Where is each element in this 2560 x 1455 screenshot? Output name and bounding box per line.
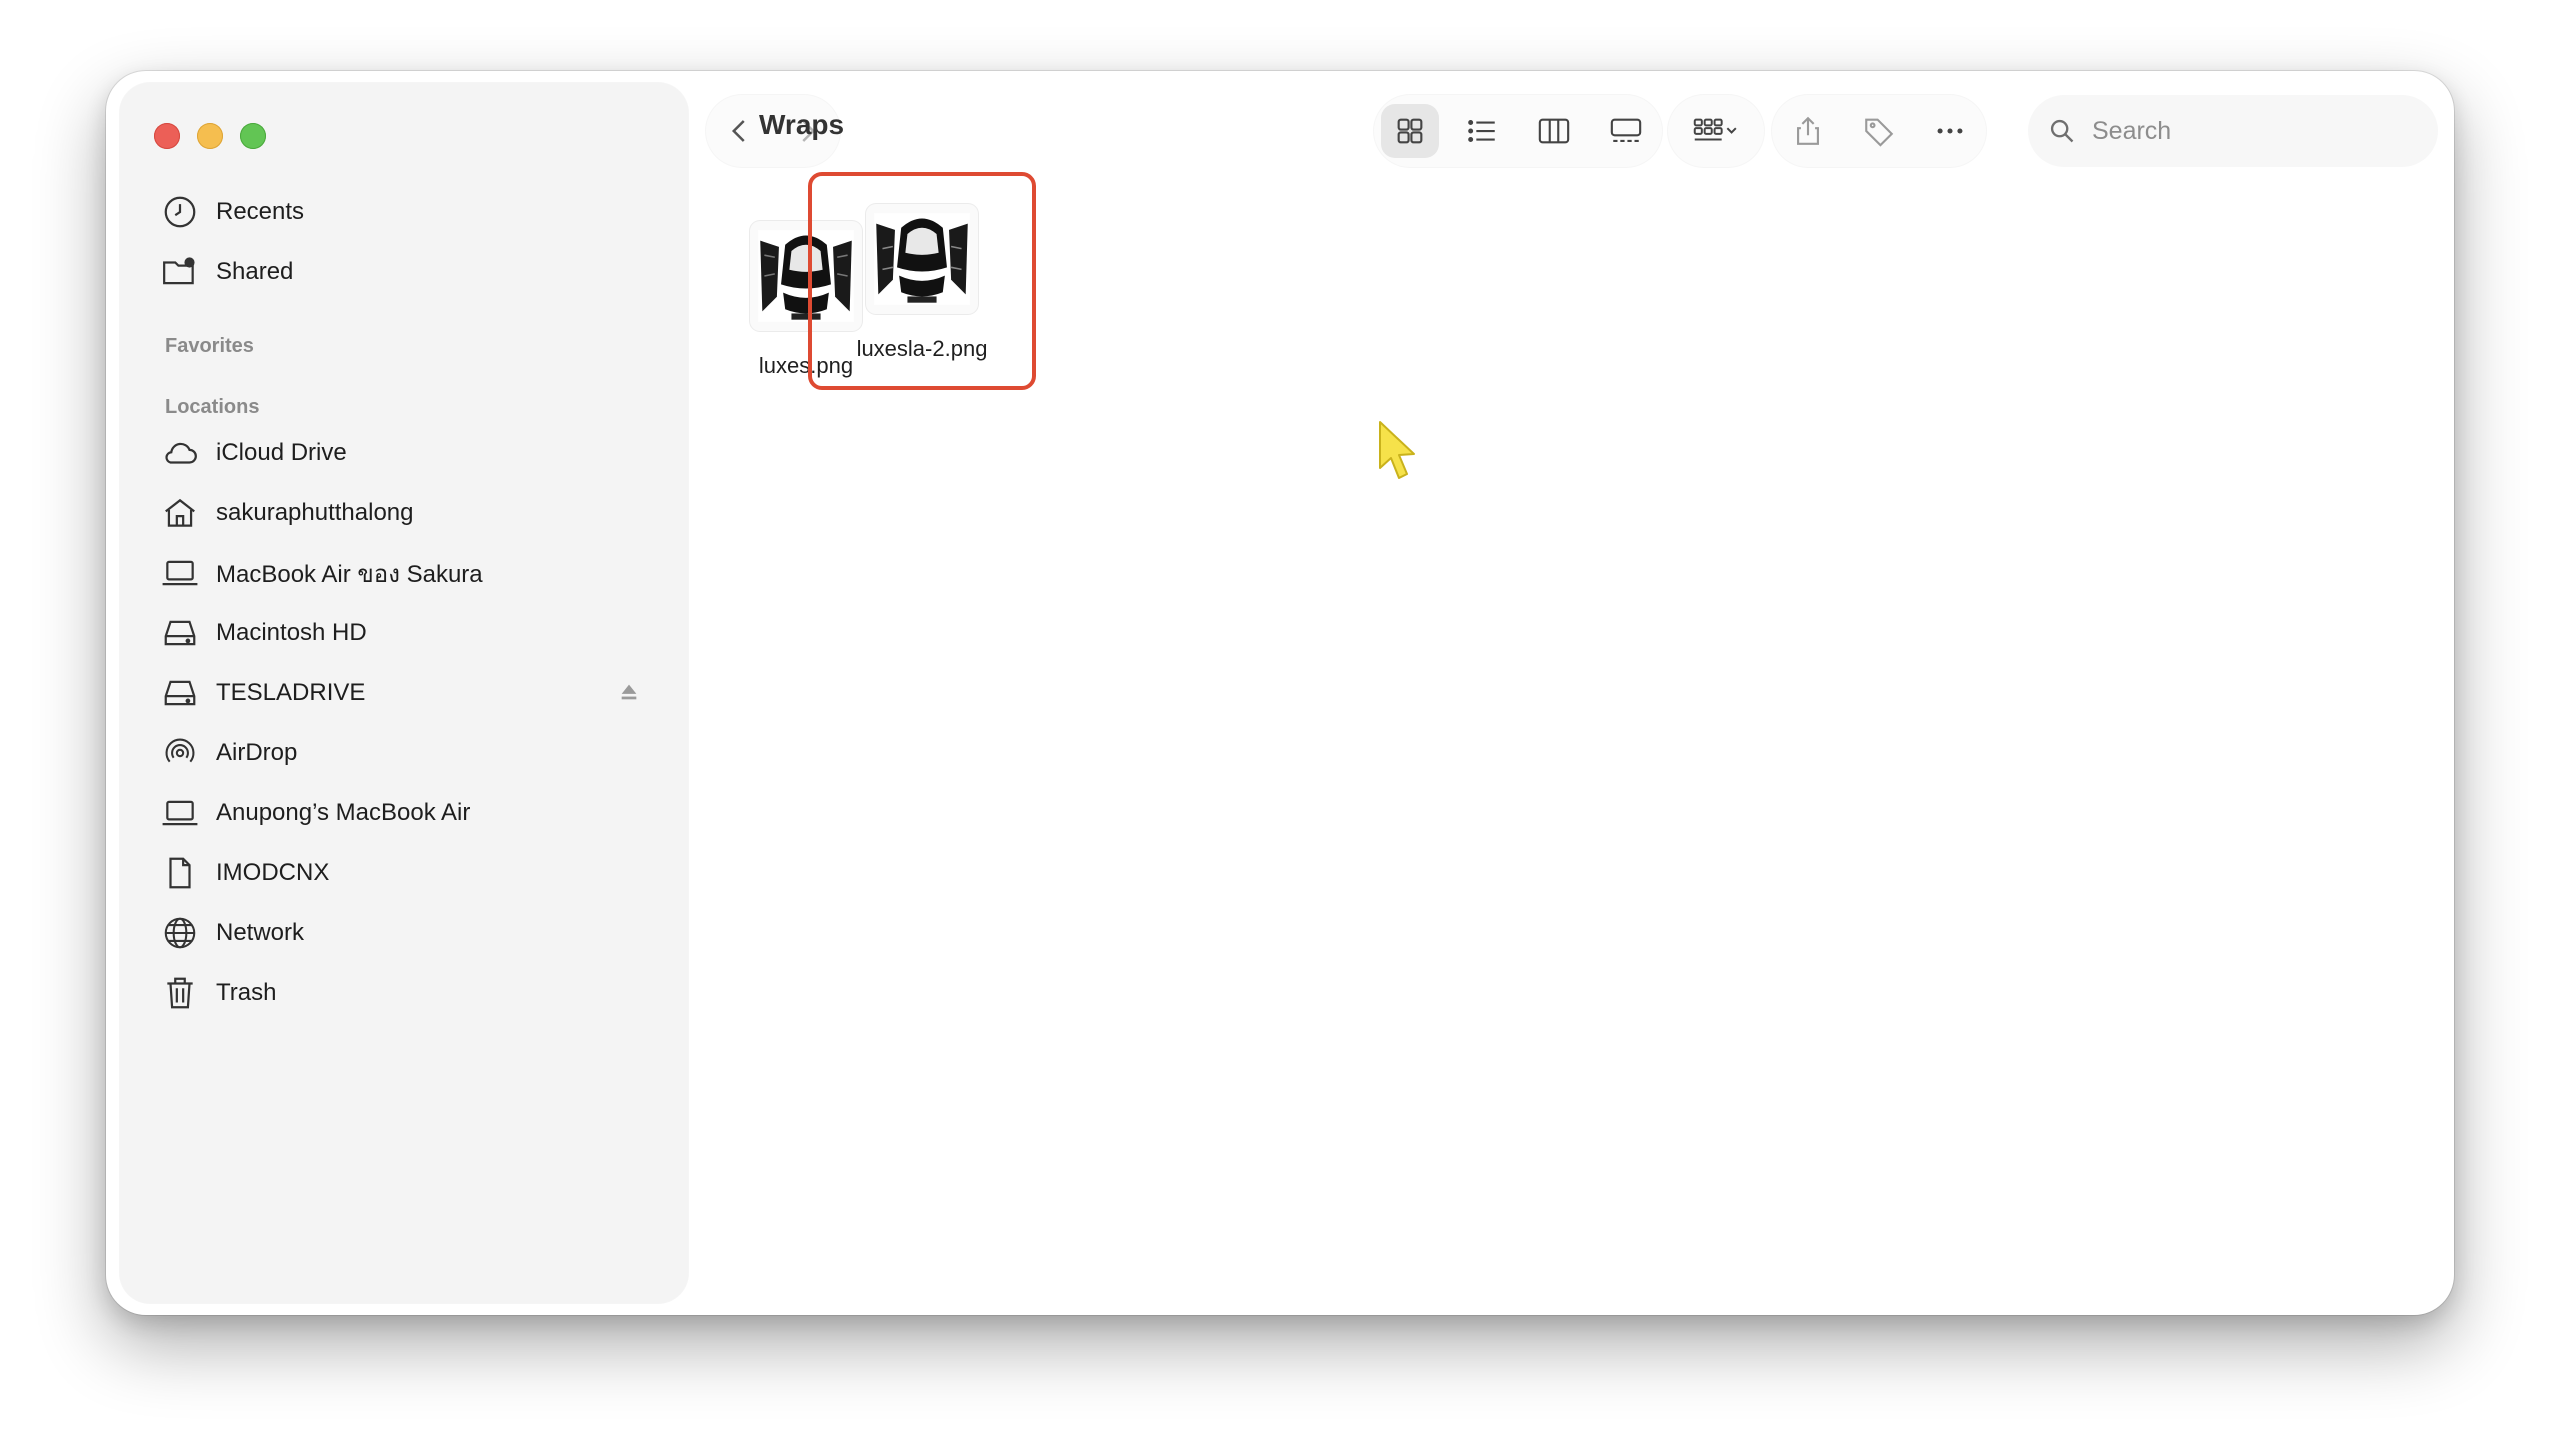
tag-icon [1865,118,1894,147]
file-item-selected[interactable]: luxesla-2.png [808,172,1036,390]
sidebar-item-macintosh-hd[interactable]: Macintosh HD [160,611,670,655]
sidebar-item-label: IMODCNX [216,859,330,886]
clock-icon [160,192,200,232]
sidebar-item-macbook-air-sakura[interactable]: MacBook Air ของ Sakura [160,551,670,595]
tag-button[interactable] [1850,104,1908,158]
close-button[interactable] [154,123,180,149]
back-icon[interactable] [725,116,755,146]
sidebar-item-label: iCloud Drive [216,439,347,466]
sidebar-item-label: sakuraphutthalong [216,499,414,526]
trash-icon [160,973,200,1013]
minimize-button[interactable] [197,123,223,149]
sidebar-item-label: Shared [216,258,294,285]
share-icon [1796,116,1819,145]
sidebar-item-label: AirDrop [216,739,298,766]
sidebar-item-label: MacBook Air ของ Sakura [216,560,483,588]
document-icon [160,853,200,893]
sidebar-item-label: Trash [216,979,277,1006]
icon-view-button[interactable] [1381,104,1439,158]
cloud-icon [160,433,200,473]
ellipsis-icon [1937,128,1963,134]
locations-header: Locations [165,396,260,418]
finder-window: Recents Shared Favorites Locations iClou… [106,71,2454,1315]
action-buttons [1772,95,1986,167]
column-view-button[interactable] [1525,104,1583,158]
sidebar-item-label: Recents [216,198,305,225]
file-thumbnail [866,204,978,314]
sidebar-item-shared[interactable]: Shared [160,250,670,294]
sidebar: Recents Shared Favorites Locations iClou… [120,83,688,1303]
laptop-icon [160,793,200,833]
eject-icon[interactable] [618,681,640,703]
sidebar-item-network[interactable]: Network [160,911,670,955]
search-icon [2050,119,2074,143]
sidebar-item-imodcnx[interactable]: IMODCNX [160,851,670,895]
view-mode-switcher [1374,95,1662,167]
group-by-menu[interactable] [1668,95,1764,167]
zoom-button[interactable] [240,123,266,149]
group-icon [1693,118,1737,141]
laptop-icon [160,553,200,593]
more-button[interactable] [1921,104,1979,158]
gallery-icon [1610,118,1642,142]
window-title: Wraps [759,109,845,140]
columns-icon [1538,118,1570,144]
list-view-button[interactable] [1453,104,1511,158]
list-icon [1468,120,1495,142]
drive-icon [160,673,200,713]
sidebar-item-label: Anupong’s MacBook Air [216,799,471,826]
sidebar-item-home[interactable]: sakuraphutthalong [160,491,670,535]
drive-icon [160,613,200,653]
sidebar-item-tesladrive[interactable]: TESLADRIVE [160,671,670,715]
search-field[interactable] [2028,95,2438,167]
globe-icon [160,913,200,953]
sidebar-item-label: TESLADRIVE [216,679,366,706]
sidebar-item-icloud-drive[interactable]: iCloud Drive [160,431,670,475]
car-wrap-image-icon [874,213,970,305]
favorites-header: Favorites [165,335,254,357]
file-name: luxesla-2.png [856,336,988,361]
mouse-cursor-icon [1379,421,1415,479]
search-input[interactable] [2090,115,2414,147]
home-icon [160,493,200,533]
sidebar-item-anupong-macbook[interactable]: Anupong’s MacBook Air [160,791,670,835]
sidebar-item-label: Macintosh HD [216,619,367,646]
gallery-view-button[interactable] [1597,104,1655,158]
airdrop-icon [160,733,200,773]
sidebar-item-airdrop[interactable]: AirDrop [160,731,670,775]
grid-icon [1397,118,1423,144]
share-button[interactable] [1779,104,1837,158]
shared-folder-icon [160,252,200,292]
sidebar-item-recents[interactable]: Recents [160,190,670,234]
sidebar-item-trash[interactable]: Trash [160,971,670,1015]
sidebar-item-label: Network [216,919,305,946]
